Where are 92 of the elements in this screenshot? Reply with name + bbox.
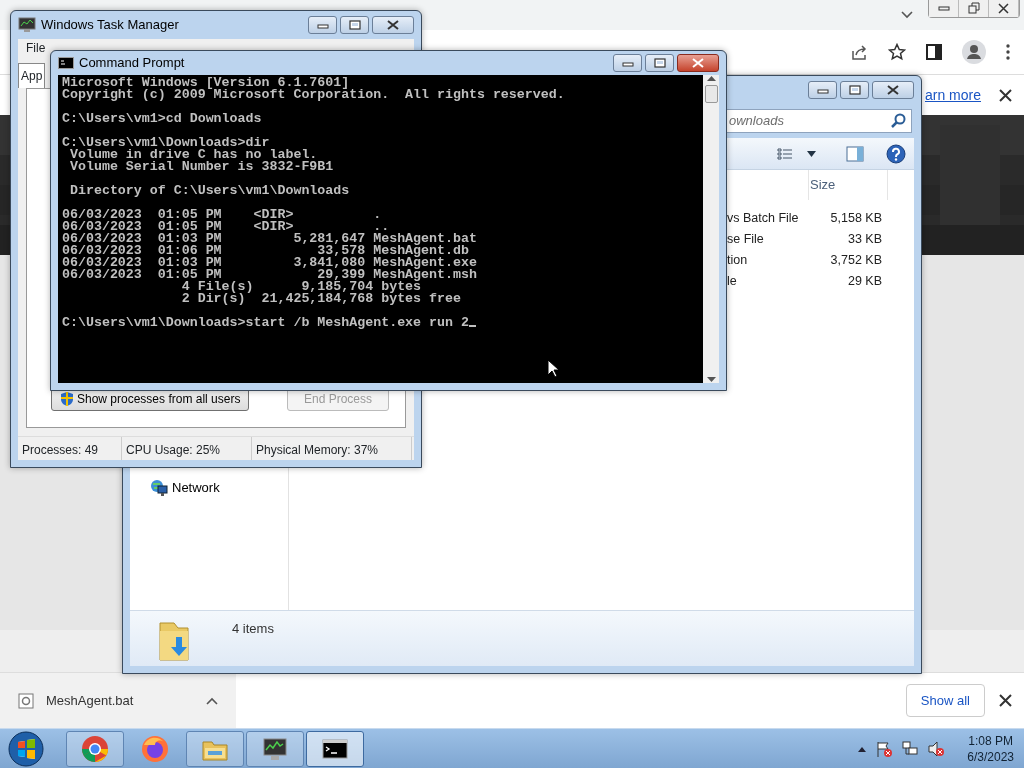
speaker-muted-icon[interactable] bbox=[927, 739, 946, 758]
menu-item[interactable]: File bbox=[26, 39, 46, 57]
window-title: Command Prompt bbox=[79, 54, 185, 73]
file-type: vs Batch File bbox=[727, 210, 800, 228]
close-button[interactable] bbox=[372, 16, 414, 34]
console-line: C:\Users\vm1\Downloads>dir bbox=[62, 135, 270, 150]
text-cursor bbox=[468, 325, 476, 327]
learn-more-link[interactable]: arn more bbox=[924, 84, 981, 106]
chrome-icon bbox=[81, 734, 109, 763]
close-icon bbox=[691, 58, 705, 68]
status-text: Processes: 49 bbox=[18, 437, 122, 460]
monitor-icon bbox=[18, 17, 36, 33]
flag-icon[interactable] bbox=[875, 739, 894, 758]
arrow-down-icon bbox=[706, 377, 716, 383]
window-title: Windows Task Manager bbox=[41, 16, 179, 35]
minimize-button[interactable] bbox=[808, 81, 837, 99]
network-icon[interactable] bbox=[901, 739, 920, 758]
item-count: 4 items bbox=[232, 620, 274, 638]
maximize-icon bbox=[653, 58, 666, 68]
tab[interactable]: App bbox=[18, 63, 46, 88]
maximize-icon bbox=[848, 85, 861, 95]
download-filename: MeshAgent.bat bbox=[46, 691, 135, 710]
nav-label: Network bbox=[172, 479, 220, 497]
close-icon[interactable] bbox=[999, 88, 1012, 102]
chevron-down-icon[interactable] bbox=[900, 10, 914, 20]
terminal-icon bbox=[58, 57, 74, 69]
show-all-button[interactable]: Show all bbox=[905, 683, 985, 718]
file-size: 33 KB bbox=[846, 231, 883, 249]
status-text: Physical Memory: 37% bbox=[252, 437, 412, 460]
close-button[interactable] bbox=[677, 54, 719, 72]
console-line: Microsoft Windows [Version 6.1.7601] bbox=[62, 75, 350, 90]
console-line: Directory of C:\Users\vm1\Downloads bbox=[68, 183, 350, 198]
download-item[interactable]: MeshAgent.bat bbox=[0, 673, 236, 728]
taskbar-button[interactable] bbox=[306, 730, 364, 767]
arrow-up-icon bbox=[706, 75, 716, 81]
console-line: Volume in drive C has no label. bbox=[68, 147, 318, 162]
clock-date: 6/3/2023 bbox=[967, 748, 1014, 765]
close-icon bbox=[886, 85, 900, 95]
minimize-button[interactable] bbox=[613, 54, 642, 72]
minimize-icon bbox=[816, 86, 829, 94]
file-type: se File bbox=[727, 231, 765, 249]
mouse-pointer-icon bbox=[547, 359, 559, 378]
search-placeholder: ownloads bbox=[729, 112, 785, 131]
console-line: 06/03/2023 01:05 PM <DIR> .. bbox=[62, 219, 390, 234]
file-type: le bbox=[727, 273, 738, 291]
console-line: C:\Users\vm1>cd Downloads bbox=[62, 111, 262, 126]
maximize-icon bbox=[348, 20, 361, 30]
folder-icon bbox=[156, 619, 192, 663]
nav-item[interactable]: Network bbox=[150, 478, 288, 498]
file-type: tion bbox=[727, 252, 749, 270]
minimize-icon bbox=[621, 59, 634, 67]
scrollbar[interactable] bbox=[703, 75, 719, 383]
close-icon bbox=[386, 20, 400, 30]
caret-down-icon[interactable] bbox=[807, 150, 816, 157]
scroll-thumb[interactable] bbox=[704, 85, 718, 103]
file-size: 29 KB bbox=[846, 273, 883, 291]
console-line: Volume Serial Number is 3832-F9B1 bbox=[68, 159, 334, 174]
close-icon bbox=[997, 2, 1010, 15]
search-field[interactable]: ownloads bbox=[724, 109, 912, 133]
caret-up-icon bbox=[206, 696, 218, 705]
taskbar-button[interactable] bbox=[246, 730, 304, 767]
restore-icon bbox=[967, 2, 980, 15]
close-button[interactable] bbox=[872, 81, 914, 99]
restore-button[interactable] bbox=[959, 0, 989, 17]
status-text: CPU Usage: 25% bbox=[122, 437, 252, 460]
start-button[interactable] bbox=[6, 728, 46, 768]
file-icon bbox=[18, 692, 34, 709]
minimize-button[interactable] bbox=[929, 0, 959, 17]
star-icon[interactable] bbox=[888, 43, 906, 61]
search-icon bbox=[891, 113, 907, 129]
firefox-icon bbox=[141, 734, 169, 763]
menu-icon[interactable] bbox=[1006, 44, 1010, 60]
console-line: C:\Users\vm1\Downloads>start /b MeshAgent.exe run 2 bbox=[62, 315, 469, 330]
avatar-icon[interactable] bbox=[962, 40, 986, 64]
file-size: 3,752 KB bbox=[829, 252, 883, 270]
help-icon[interactable] bbox=[886, 143, 906, 164]
share-icon[interactable] bbox=[850, 43, 868, 61]
console-line: 06/03/2023 01:05 PM <DIR> . bbox=[62, 207, 382, 222]
close-button[interactable] bbox=[989, 0, 1019, 17]
console-line: 06/03/2023 01:03 PM 5,281,647 MeshAgent.bat bbox=[62, 231, 477, 246]
network-icon bbox=[150, 478, 168, 497]
maximize-button[interactable] bbox=[340, 16, 369, 34]
maximize-button[interactable] bbox=[840, 81, 869, 99]
clock[interactable]: 1:08 PM 6/3/2023 bbox=[967, 732, 1014, 765]
minimize-button[interactable] bbox=[308, 16, 337, 34]
close-icon[interactable] bbox=[999, 694, 1012, 707]
file-size: 5,158 KB bbox=[829, 210, 883, 228]
column-header[interactable]: Size bbox=[808, 170, 888, 200]
view-list-icon[interactable] bbox=[777, 146, 793, 161]
clock-time: 1:08 PM bbox=[967, 732, 1014, 749]
side-panel-icon[interactable] bbox=[926, 44, 942, 60]
maximize-button[interactable] bbox=[645, 54, 674, 72]
